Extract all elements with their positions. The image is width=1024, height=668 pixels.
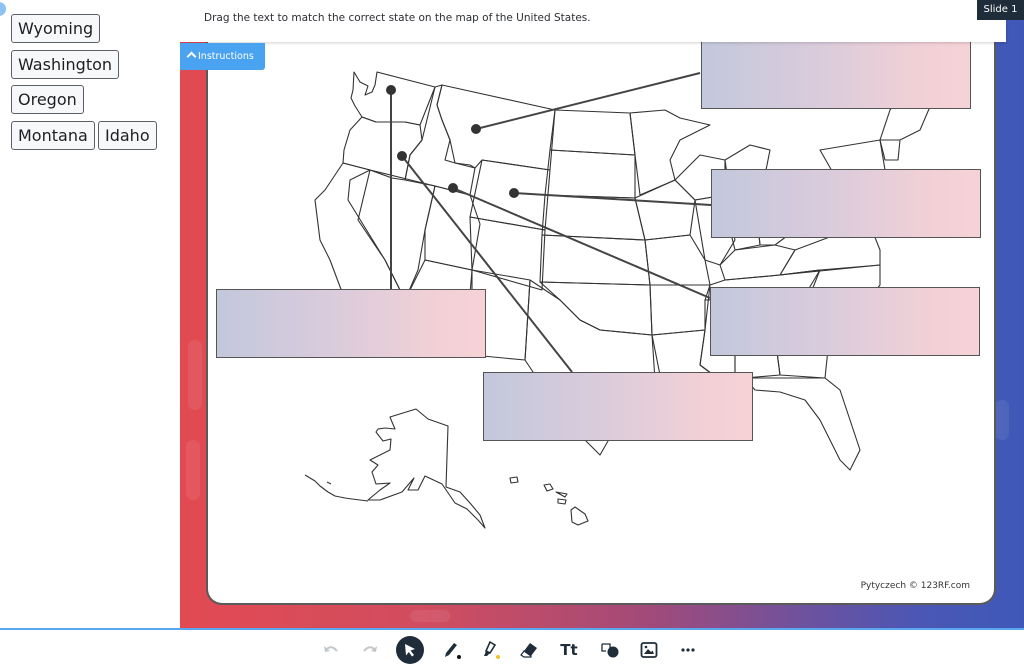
anchor-dot	[448, 183, 458, 193]
chevron-up-icon	[186, 51, 197, 62]
undo-icon	[324, 646, 338, 652]
state-montana	[436, 84, 556, 171]
more-button[interactable]	[674, 636, 702, 664]
state-arkansas	[649, 284, 711, 336]
instruction-bar: Drag the text to match the correct state…	[180, 0, 1006, 42]
label-chip-idaho[interactable]: Idaho	[98, 121, 157, 150]
state-south-dakota	[544, 149, 636, 199]
status-dot	[0, 2, 6, 16]
aleutian-islands	[304, 474, 369, 502]
eraser-icon	[520, 643, 537, 658]
state-hawaii	[509, 476, 589, 526]
state-idaho	[404, 84, 476, 196]
instructions-toggle-label: Instructions	[198, 51, 254, 62]
shapes-tool-button[interactable]	[596, 636, 624, 664]
state-iowa	[634, 179, 696, 241]
undo-button[interactable]	[317, 636, 345, 664]
eraser-tool-button[interactable]	[516, 636, 544, 664]
state-north-dakota	[549, 109, 636, 156]
redo-icon	[363, 646, 377, 652]
state-missouri	[644, 234, 711, 286]
anchor-dot	[509, 188, 519, 198]
pen-icon	[445, 643, 461, 659]
anchor-dot	[471, 124, 481, 134]
connector-oregon	[452, 187, 711, 299]
state-colorado	[469, 216, 546, 291]
drop-zone[interactable]	[216, 289, 486, 358]
image-tool-button[interactable]	[635, 636, 663, 664]
redo-button[interactable]	[356, 636, 384, 664]
highlighter-icon	[484, 640, 500, 659]
anchor-dot	[397, 151, 407, 161]
anchor-dots	[386, 85, 519, 198]
label-chip-montana[interactable]: Montana	[11, 121, 95, 150]
cursor-icon	[405, 644, 415, 657]
connector-wyoming	[513, 192, 712, 206]
highlighter-tool-button[interactable]	[477, 636, 505, 664]
state-alaska	[367, 408, 486, 529]
state-oklahoma	[539, 281, 653, 336]
image-icon	[640, 642, 658, 658]
pen-tool-button[interactable]	[438, 636, 466, 664]
state-florida	[744, 377, 861, 471]
instruction-text: Drag the text to match the correct state…	[204, 12, 591, 24]
annotation-toolbar: Tt	[0, 628, 1024, 668]
drop-zone[interactable]	[711, 169, 981, 238]
text-icon: Tt	[560, 641, 578, 659]
label-chip-oregon[interactable]: Oregon	[11, 85, 84, 114]
more-icon	[681, 648, 695, 652]
app-root: Wyoming Washington Oregon Montana Idaho …	[0, 0, 1024, 668]
drop-zone[interactable]	[483, 372, 753, 441]
state-oregon	[342, 116, 423, 181]
connector-montana	[475, 72, 701, 130]
instructions-toggle[interactable]: Instructions	[180, 43, 265, 70]
shapes-icon	[601, 643, 619, 658]
slide-badge: Slide 1	[977, 0, 1024, 20]
drop-zone[interactable]	[701, 40, 971, 109]
slide-canvas: Drag the text to match the correct state…	[180, 0, 1024, 628]
label-chip-washington[interactable]: Washington	[11, 50, 120, 79]
text-tool-button[interactable]: Tt	[555, 636, 583, 664]
drop-zone[interactable]	[710, 287, 980, 356]
label-bank: Wyoming Washington Oregon Montana Idaho	[0, 0, 180, 628]
select-tool-button[interactable]	[396, 636, 424, 664]
label-chip-wyoming[interactable]: Wyoming	[11, 14, 101, 43]
state-kansas	[539, 234, 651, 286]
anchor-dot	[386, 85, 396, 95]
